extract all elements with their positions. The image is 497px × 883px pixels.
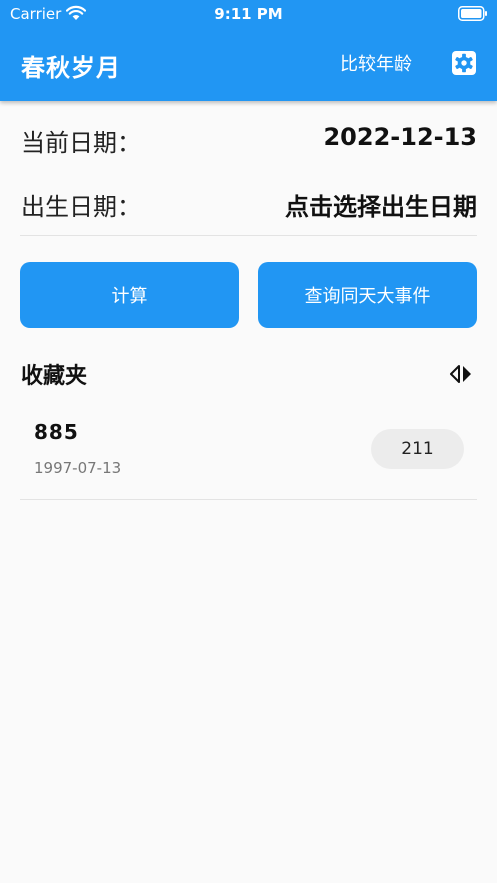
favorite-item[interactable]: 885 1997-07-13 211 [20, 400, 477, 500]
favorite-date: 1997-07-13 [34, 459, 122, 477]
status-time: 9:11 PM [214, 5, 283, 23]
compare-age-button[interactable]: 比较年龄 [340, 50, 412, 76]
birth-date-picker[interactable]: 点击选择出生日期 [285, 187, 477, 222]
battery-icon [458, 6, 487, 21]
app-screen: Carrier 9:11 PM 春秋岁月 比较年龄 当前日期： 2022-12-… [0, 0, 497, 883]
same-day-events-button[interactable]: 查询同天大事件 [258, 262, 477, 328]
header: Carrier 9:11 PM 春秋岁月 比较年龄 [0, 0, 497, 101]
calculate-button[interactable]: 计算 [20, 262, 239, 328]
current-date-label: 当前日期： [21, 129, 141, 157]
divider [20, 235, 477, 236]
app-bar: 春秋岁月 比较年龄 [0, 28, 497, 101]
favorite-name: 885 [34, 420, 79, 444]
app-title: 春秋岁月 [21, 54, 121, 82]
favorite-badge: 211 [371, 429, 464, 469]
status-bar: Carrier 9:11 PM [0, 0, 497, 28]
gear-icon[interactable] [451, 50, 477, 76]
swap-arrows-icon[interactable] [448, 364, 474, 384]
birth-date-label: 出生日期： [21, 193, 141, 221]
divider [20, 499, 477, 500]
current-date-value: 2022-12-13 [323, 123, 477, 151]
favorites-title: 收藏夹 [21, 364, 88, 389]
